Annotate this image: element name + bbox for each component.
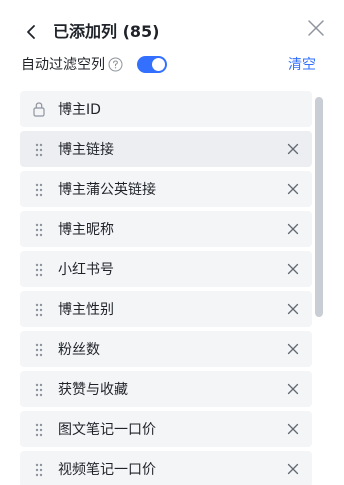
column-item[interactable]: 博主ID	[20, 91, 312, 127]
column-label: 博主ID	[58, 102, 101, 118]
auto-filter-label: 自动过滤空列	[21, 57, 105, 73]
column-item[interactable]: 博主链接	[20, 131, 312, 167]
column-item[interactable]: 博主昵称	[20, 211, 312, 247]
drag-handle-icon[interactable]	[34, 223, 44, 237]
close-icon[interactable]	[306, 18, 326, 38]
remove-column-icon[interactable]	[286, 262, 300, 276]
drag-handle-icon[interactable]	[34, 303, 44, 317]
drag-handle-icon[interactable]	[34, 463, 44, 477]
column-items: 博主ID 博主链接博主蒲公英链接 博主昵称小红书号博主性别粉丝数获赞与收藏图文笔记一…	[20, 91, 312, 485]
column-item[interactable]: 粉丝数	[20, 331, 312, 367]
column-label: 获赞与收藏	[58, 382, 128, 398]
drag-handle-icon[interactable]	[34, 143, 44, 157]
scrollbar-thumb[interactable]	[315, 97, 323, 317]
added-columns-list: 博主ID 博主链接博主蒲公英链接 博主昵称小红书号博主性别粉丝数获赞与收藏图文笔记一…	[20, 91, 326, 485]
column-label: 视频笔记一口价	[58, 462, 156, 478]
column-item[interactable]: 博主蒲公英链接	[20, 171, 312, 207]
column-label: 图文笔记一口价	[58, 422, 156, 438]
panel-header: 已添加列 (85)	[0, 0, 344, 56]
column-item[interactable]: 博主性别	[20, 291, 312, 327]
remove-column-icon[interactable]	[286, 222, 300, 236]
remove-column-icon[interactable]	[286, 182, 300, 196]
remove-column-icon[interactable]	[286, 342, 300, 356]
drag-handle-icon[interactable]	[34, 183, 44, 197]
drag-handle-icon[interactable]	[34, 343, 44, 357]
column-label: 粉丝数	[58, 342, 100, 358]
remove-column-icon[interactable]	[286, 382, 300, 396]
remove-column-icon[interactable]	[286, 462, 300, 476]
drag-handle-icon[interactable]	[34, 383, 44, 397]
question-circle-icon[interactable]	[108, 57, 123, 72]
column-label: 小红书号	[58, 262, 114, 278]
column-item[interactable]: 小红书号	[20, 251, 312, 287]
auto-filter-toggle[interactable]	[137, 56, 167, 73]
column-label: 博主性别	[58, 302, 114, 318]
lock-icon	[33, 102, 45, 117]
column-label: 博主昵称	[58, 222, 114, 238]
column-label: 博主链接	[58, 142, 114, 158]
column-label: 博主蒲公英链接	[58, 182, 156, 198]
chevron-left-icon[interactable]	[24, 22, 40, 42]
drag-handle-icon[interactable]	[34, 423, 44, 437]
drag-handle-icon[interactable]	[34, 263, 44, 277]
remove-column-icon[interactable]	[286, 142, 300, 156]
panel-title: 已添加列 (85)	[53, 22, 160, 41]
column-item[interactable]: 视频笔记一口价	[20, 451, 312, 485]
remove-column-icon[interactable]	[286, 422, 300, 436]
clear-button[interactable]: 清空	[288, 55, 316, 75]
scrollbar[interactable]	[315, 93, 323, 485]
toggle-knob	[152, 58, 165, 71]
column-item[interactable]: 获赞与收藏	[20, 371, 312, 407]
auto-filter-row: 自动过滤空列 清空	[0, 52, 344, 78]
remove-column-icon[interactable]	[286, 302, 300, 316]
column-item[interactable]: 图文笔记一口价	[20, 411, 312, 447]
